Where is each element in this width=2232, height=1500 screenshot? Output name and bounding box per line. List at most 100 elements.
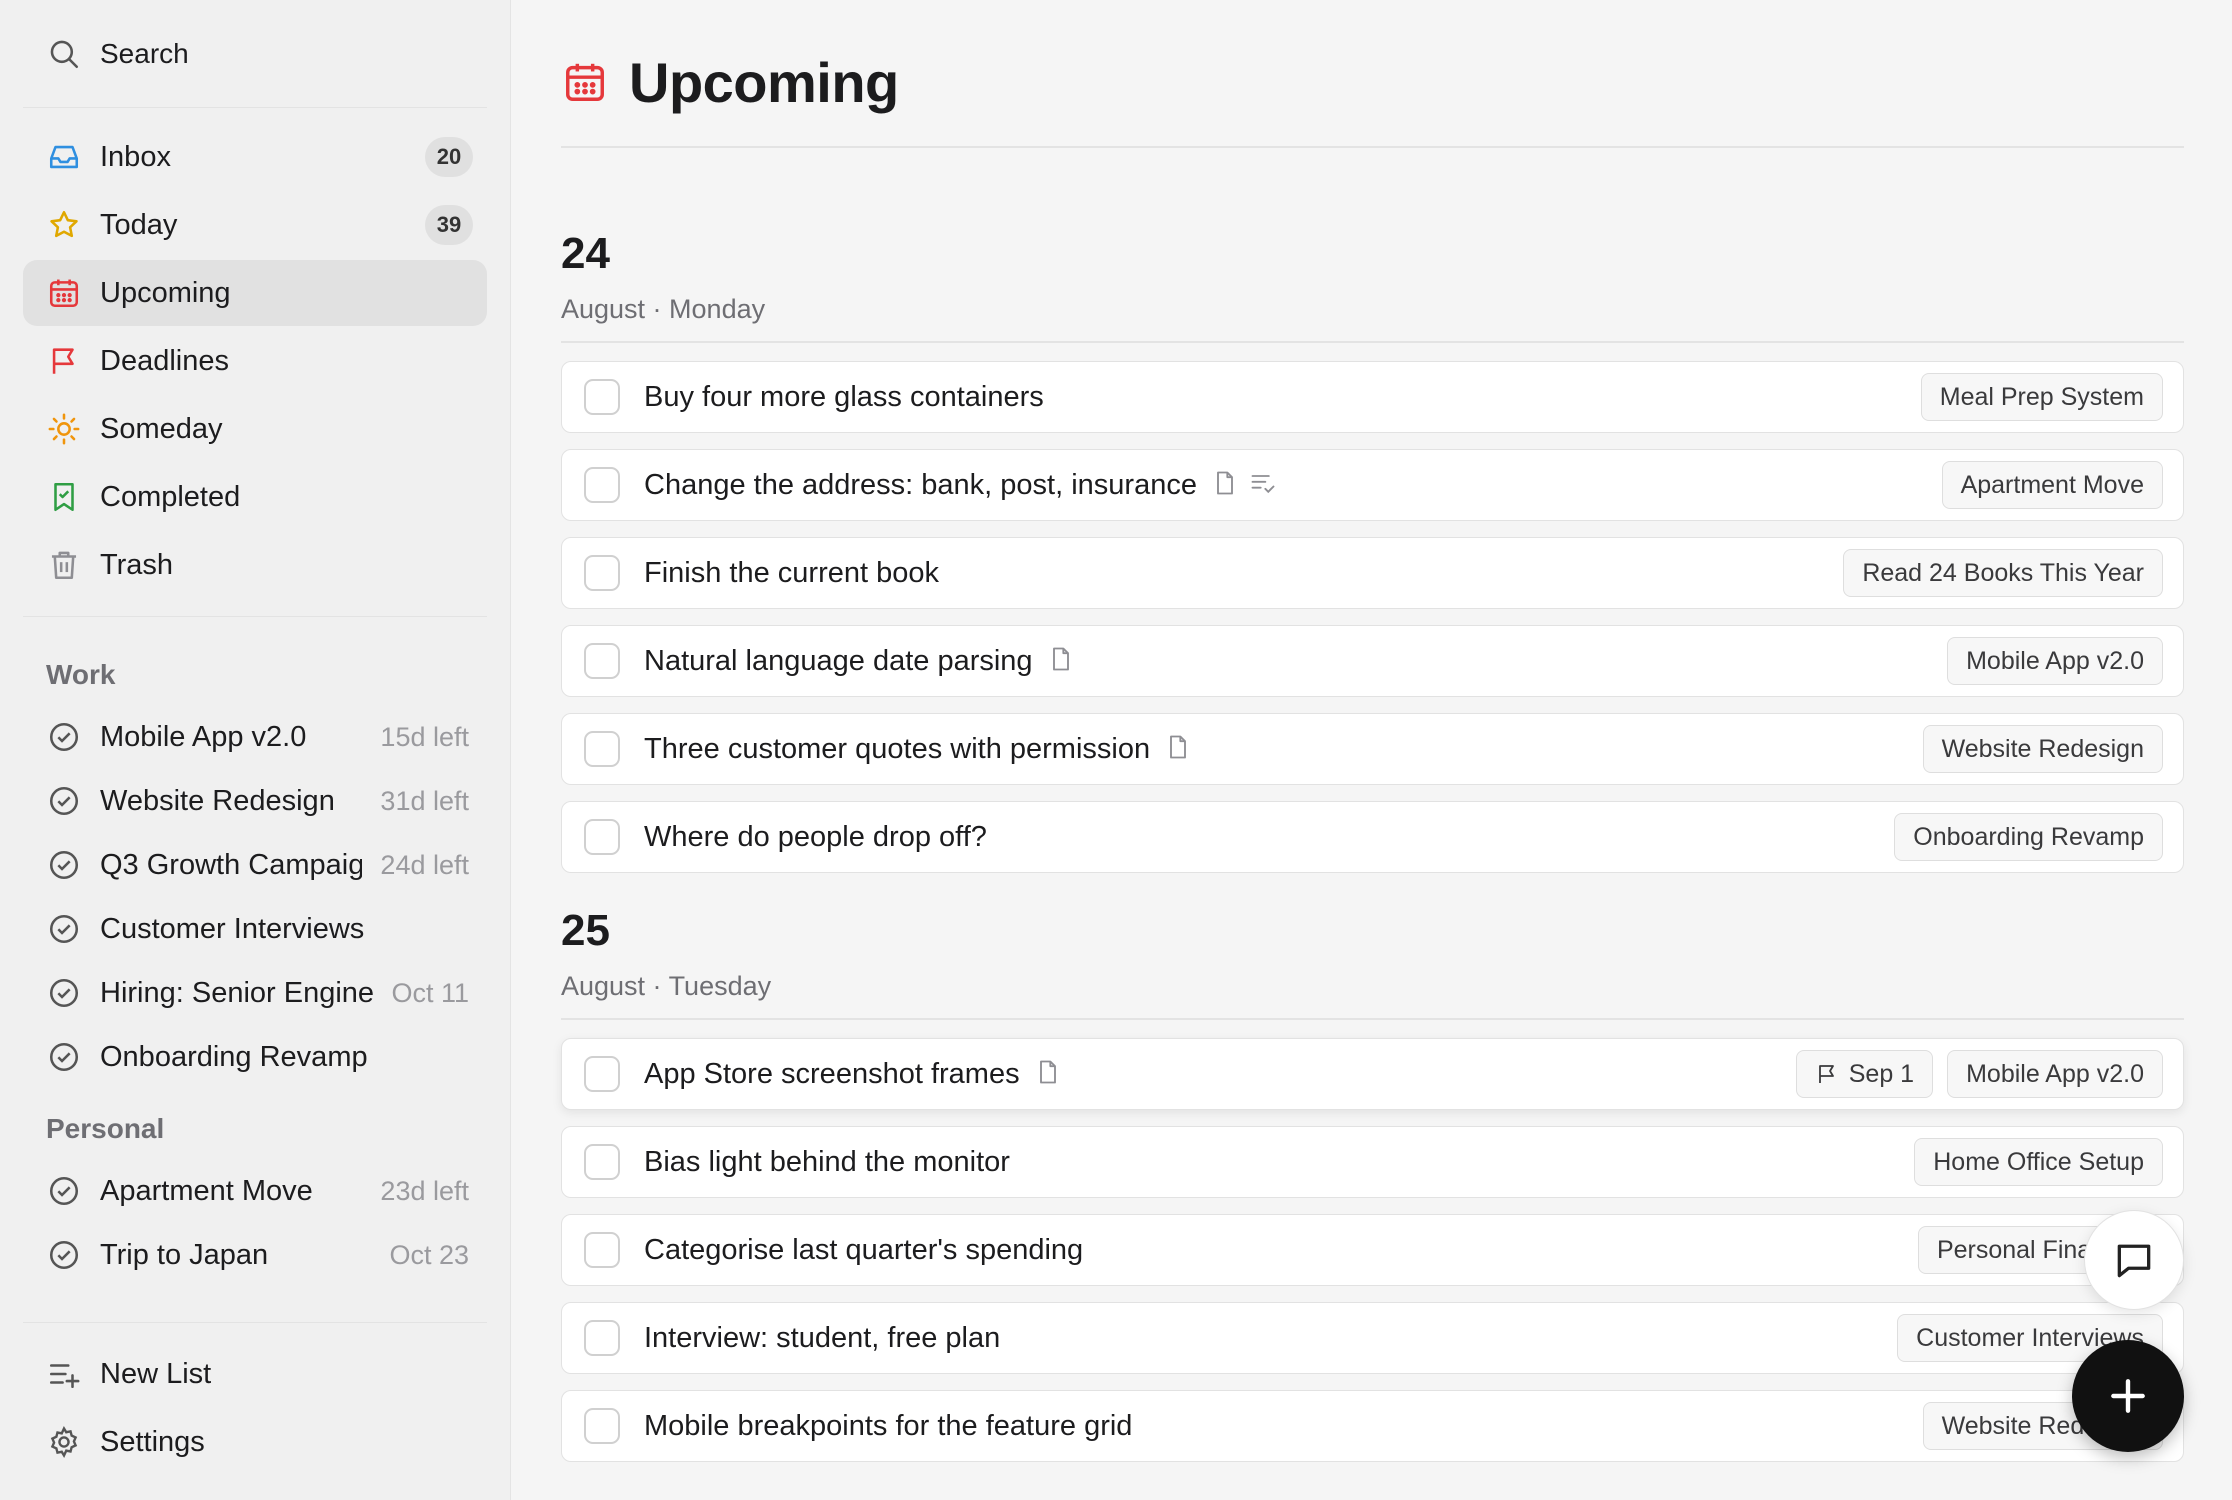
task-checkbox[interactable] bbox=[584, 643, 620, 679]
check-circle-icon bbox=[46, 1039, 82, 1075]
project-label: Apartment Move bbox=[100, 1174, 313, 1207]
project-tag[interactable]: Home Office Setup bbox=[1914, 1138, 2163, 1186]
project-label: Trip to Japan bbox=[100, 1238, 269, 1271]
add-task-button[interactable] bbox=[2072, 1340, 2184, 1452]
day-group: 24 August · Monday Buy four more glass c… bbox=[561, 232, 2184, 873]
note-icon bbox=[1164, 733, 1192, 766]
main-nav: Inbox 20 Today 39 Upcoming Deadlines Som… bbox=[23, 108, 487, 598]
project-item-hiring-senior-engineer[interactable]: Hiring: Senior Engineer Oct 11 bbox=[23, 961, 487, 1025]
project-item-home-office-setup[interactable]: Home Office Setup bbox=[23, 1287, 487, 1305]
check-circle-icon bbox=[46, 783, 82, 819]
sidebar-item-inbox[interactable]: Inbox 20 bbox=[23, 124, 487, 190]
task-row[interactable]: Categorise last quarter's spending Perso… bbox=[561, 1214, 2184, 1286]
project-due: Oct 23 bbox=[389, 1239, 469, 1270]
task-title: Mobile breakpoints for the feature grid bbox=[644, 1409, 1133, 1442]
sidebar-item-label: Someday bbox=[100, 412, 223, 445]
project-label: Website Redesign bbox=[100, 784, 335, 817]
task-title: Interview: student, free plan bbox=[644, 1321, 1001, 1354]
task-row[interactable]: Mobile breakpoints for the feature grid … bbox=[561, 1390, 2184, 1462]
task-checkbox[interactable] bbox=[584, 1056, 620, 1092]
project-label: Home Office Setup bbox=[100, 1303, 469, 1306]
task-row[interactable]: Finish the current book Read 24 Books Th… bbox=[561, 537, 2184, 609]
search-icon bbox=[46, 36, 82, 72]
section-header-personal[interactable]: Personal bbox=[23, 1099, 487, 1159]
project-item-website-redesign[interactable]: Website Redesign 31d left bbox=[23, 769, 487, 833]
settings-button[interactable]: Settings bbox=[23, 1409, 487, 1475]
task-indicators bbox=[1164, 733, 1192, 766]
sidebar-item-label: Trash bbox=[100, 548, 174, 581]
chat-button[interactable] bbox=[2084, 1210, 2184, 1310]
day-group: 25 August · Tuesday App Store screenshot… bbox=[561, 909, 2184, 1462]
inbox-icon bbox=[46, 139, 82, 175]
sidebar-item-upcoming[interactable]: Upcoming bbox=[23, 260, 487, 326]
task-checkbox[interactable] bbox=[584, 1232, 620, 1268]
project-due: 24d left bbox=[380, 849, 469, 880]
check-circle-icon bbox=[46, 1301, 82, 1305]
project-tag[interactable]: Read 24 Books This Year bbox=[1843, 549, 2163, 597]
task-row[interactable]: Interview: student, free plan Customer I… bbox=[561, 1302, 2184, 1374]
project-item-trip-to-japan[interactable]: Trip to Japan Oct 23 bbox=[23, 1223, 487, 1287]
task-checkbox[interactable] bbox=[584, 1408, 620, 1444]
sidebar-item-deadlines[interactable]: Deadlines bbox=[23, 328, 487, 394]
new-list-button[interactable]: New List bbox=[23, 1341, 487, 1407]
sidebar-item-today[interactable]: Today 39 bbox=[23, 192, 487, 258]
search-label: Search bbox=[100, 37, 189, 69]
search-button[interactable]: Search bbox=[23, 0, 487, 108]
task-row[interactable]: Change the address: bank, post, insuranc… bbox=[561, 449, 2184, 521]
project-item-apartment-move[interactable]: Apartment Move 23d left bbox=[23, 1159, 487, 1223]
day-number: 25 bbox=[561, 906, 610, 955]
sun-icon bbox=[46, 411, 82, 447]
sidebar-item-label: Inbox bbox=[100, 140, 171, 173]
task-checkbox[interactable] bbox=[584, 555, 620, 591]
task-title: Change the address: bank, post, insuranc… bbox=[644, 468, 1197, 501]
check-circle-icon bbox=[46, 975, 82, 1011]
main-content: Upcoming 24 August · Monday Buy four mor… bbox=[511, 0, 2232, 1500]
task-checkbox[interactable] bbox=[584, 731, 620, 767]
bookmark-check-icon bbox=[46, 479, 82, 515]
task-row[interactable]: Bias light behind the monitor Home Offic… bbox=[561, 1126, 2184, 1198]
task-checkbox[interactable] bbox=[584, 379, 620, 415]
project-tag[interactable]: Mobile App v2.0 bbox=[1947, 1050, 2163, 1098]
project-item-onboarding-revamp[interactable]: Onboarding Revamp bbox=[23, 1025, 487, 1089]
sidebar-footer: New List Settings bbox=[23, 1322, 487, 1500]
project-tag[interactable]: Meal Prep System bbox=[1920, 373, 2163, 421]
task-checkbox[interactable] bbox=[584, 819, 620, 855]
check-circle-icon bbox=[46, 719, 82, 755]
sidebar-item-trash[interactable]: Trash bbox=[23, 532, 487, 598]
calendar-icon bbox=[561, 58, 609, 106]
section-header-work[interactable]: Work bbox=[23, 645, 487, 705]
page-title: Upcoming bbox=[629, 50, 899, 114]
task-title: Three customer quotes with permission bbox=[644, 732, 1151, 765]
new-list-icon bbox=[46, 1356, 82, 1392]
task-title: App Store screenshot frames bbox=[644, 1057, 1020, 1090]
sidebar-divider bbox=[23, 616, 487, 617]
project-label: Mobile App v2.0 bbox=[100, 720, 307, 753]
task-checkbox[interactable] bbox=[584, 1144, 620, 1180]
star-icon bbox=[46, 207, 82, 243]
task-checkbox[interactable] bbox=[584, 467, 620, 503]
sidebar-item-label: Upcoming bbox=[100, 276, 231, 309]
project-item-mobile-app-v2-0[interactable]: Mobile App v2.0 15d left bbox=[23, 705, 487, 769]
project-item-q3-growth-campaign[interactable]: Q3 Growth Campaign 24d left bbox=[23, 833, 487, 897]
task-row[interactable]: App Store screenshot frames Sep 1 Mobile… bbox=[561, 1038, 2184, 1110]
project-tag[interactable]: Website Redesign bbox=[1922, 725, 2163, 773]
project-tag[interactable]: Onboarding Revamp bbox=[1894, 813, 2163, 861]
task-row[interactable]: Where do people drop off? Onboarding Rev… bbox=[561, 801, 2184, 873]
task-row[interactable]: Natural language date parsing Mobile App… bbox=[561, 625, 2184, 697]
task-title: Categorise last quarter's spending bbox=[644, 1233, 1084, 1266]
deadline-badge[interactable]: Sep 1 bbox=[1795, 1050, 1934, 1098]
sidebar-item-completed[interactable]: Completed bbox=[23, 464, 487, 530]
project-lists[interactable]: Work Mobile App v2.0 15d left Website Re… bbox=[23, 635, 487, 1305]
check-circle-icon bbox=[46, 1237, 82, 1273]
project-tag[interactable]: Apartment Move bbox=[1941, 461, 2163, 509]
note-icon bbox=[1047, 645, 1075, 678]
task-checkbox[interactable] bbox=[584, 1320, 620, 1356]
task-row[interactable]: Buy four more glass containers Meal Prep… bbox=[561, 361, 2184, 433]
sidebar-item-label: Today bbox=[100, 208, 178, 241]
flag-icon bbox=[1815, 1062, 1849, 1086]
sidebar-item-someday[interactable]: Someday bbox=[23, 396, 487, 462]
project-item-customer-interviews[interactable]: Customer Interviews bbox=[23, 897, 487, 961]
task-row[interactable]: Three customer quotes with permission We… bbox=[561, 713, 2184, 785]
project-tag[interactable]: Mobile App v2.0 bbox=[1947, 637, 2163, 685]
day-subtitle: August · Monday bbox=[561, 294, 2184, 343]
